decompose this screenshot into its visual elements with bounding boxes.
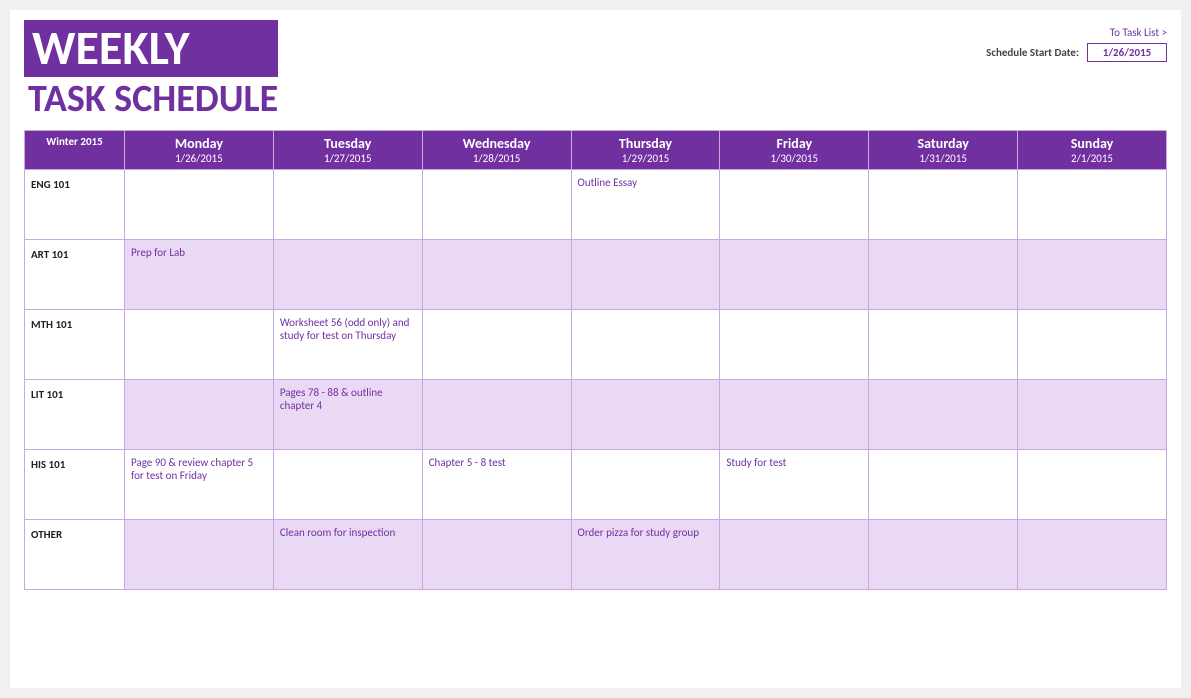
cell-r3-c2[interactable] bbox=[422, 380, 571, 450]
header-thursday: Thursday 1/29/2015 bbox=[571, 131, 720, 170]
cell-r0-c0[interactable] bbox=[125, 170, 274, 240]
cell-r2-c2[interactable] bbox=[422, 310, 571, 380]
schedule-start-row: Schedule Start Date: 1/26/2015 bbox=[986, 43, 1167, 62]
cell-r1-c0[interactable]: Prep for Lab bbox=[125, 240, 274, 310]
day-date-friday: 1/30/2015 bbox=[771, 152, 819, 165]
cell-r4-c2[interactable]: Chapter 5 - 8 test bbox=[422, 450, 571, 520]
day-date-wednesday: 1/28/2015 bbox=[473, 152, 521, 165]
schedule-table: Winter 2015 Monday 1/26/2015 Tuesday 1/2… bbox=[24, 130, 1167, 590]
day-name-wednesday: Wednesday bbox=[429, 135, 565, 152]
cell-r3-c6[interactable] bbox=[1018, 380, 1167, 450]
cell-r0-c6[interactable] bbox=[1018, 170, 1167, 240]
title-weekly: WEEKLY bbox=[24, 20, 278, 77]
cell-r3-c1[interactable]: Pages 78 - 88 & outline chapter 4 bbox=[273, 380, 422, 450]
cell-r1-c6[interactable] bbox=[1018, 240, 1167, 310]
season-label: Winter 2015 bbox=[46, 135, 102, 148]
table-row: ENG 101 Outline Essay bbox=[25, 170, 1167, 240]
day-name-friday: Friday bbox=[726, 135, 862, 152]
cell-r1-c3[interactable] bbox=[571, 240, 720, 310]
cell-r5-c6[interactable] bbox=[1018, 520, 1167, 590]
cell-r3-c3[interactable] bbox=[571, 380, 720, 450]
top-right: To Task List > Schedule Start Date: 1/26… bbox=[986, 20, 1167, 62]
day-date-saturday: 1/31/2015 bbox=[919, 152, 967, 165]
cell-r5-c2[interactable] bbox=[422, 520, 571, 590]
cell-r5-c5[interactable] bbox=[869, 520, 1018, 590]
cell-r4-c0[interactable]: Page 90 & review chapter 5 for test on F… bbox=[125, 450, 274, 520]
cell-r5-c0[interactable] bbox=[125, 520, 274, 590]
day-name-thursday: Thursday bbox=[578, 135, 714, 152]
day-name-tuesday: Tuesday bbox=[280, 135, 416, 152]
to-task-list-link[interactable]: To Task List > bbox=[1110, 26, 1167, 39]
cell-r2-c4[interactable] bbox=[720, 310, 869, 380]
row-label-his-101: HIS 101 bbox=[25, 450, 125, 520]
cell-r2-c5[interactable] bbox=[869, 310, 1018, 380]
title-task: TASK SCHEDULE bbox=[24, 77, 278, 123]
day-name-sunday: Sunday bbox=[1024, 135, 1160, 152]
cell-r3-c4[interactable] bbox=[720, 380, 869, 450]
cell-r1-c1[interactable] bbox=[273, 240, 422, 310]
cell-r2-c0[interactable] bbox=[125, 310, 274, 380]
cell-r1-c4[interactable] bbox=[720, 240, 869, 310]
title-block: WEEKLY TASK SCHEDULE bbox=[24, 20, 278, 122]
header-wednesday: Wednesday 1/28/2015 bbox=[422, 131, 571, 170]
table-row: HIS 101Page 90 & review chapter 5 for te… bbox=[25, 450, 1167, 520]
page: WEEKLY TASK SCHEDULE To Task List > Sche… bbox=[10, 10, 1181, 688]
row-label-lit-101: LIT 101 bbox=[25, 380, 125, 450]
header-sunday: Sunday 2/1/2015 bbox=[1018, 131, 1167, 170]
cell-r5-c4[interactable] bbox=[720, 520, 869, 590]
day-date-tuesday: 1/27/2015 bbox=[324, 152, 372, 165]
cell-r3-c5[interactable] bbox=[869, 380, 1018, 450]
cell-r0-c4[interactable] bbox=[720, 170, 869, 240]
cell-r4-c5[interactable] bbox=[869, 450, 1018, 520]
header-friday: Friday 1/30/2015 bbox=[720, 131, 869, 170]
day-date-thursday: 1/29/2015 bbox=[622, 152, 670, 165]
cell-r0-c5[interactable] bbox=[869, 170, 1018, 240]
cell-r5-c3[interactable]: Order pizza for study group bbox=[571, 520, 720, 590]
cell-r4-c4[interactable]: Study for test bbox=[720, 450, 869, 520]
table-row: LIT 101 Pages 78 - 88 & outline chapter 4 bbox=[25, 380, 1167, 450]
cell-r0-c2[interactable] bbox=[422, 170, 571, 240]
row-label-other: OTHER bbox=[25, 520, 125, 590]
cell-r5-c1[interactable]: Clean room for inspection bbox=[273, 520, 422, 590]
header-area: WEEKLY TASK SCHEDULE To Task List > Sche… bbox=[24, 20, 1167, 122]
header-season-cell: Winter 2015 bbox=[25, 131, 125, 170]
cell-r4-c6[interactable] bbox=[1018, 450, 1167, 520]
day-date-monday: 1/26/2015 bbox=[175, 152, 223, 165]
cell-r0-c1[interactable] bbox=[273, 170, 422, 240]
cell-r4-c3[interactable] bbox=[571, 450, 720, 520]
table-row: ART 101Prep for Lab bbox=[25, 240, 1167, 310]
header-tuesday: Tuesday 1/27/2015 bbox=[273, 131, 422, 170]
cell-r4-c1[interactable] bbox=[273, 450, 422, 520]
schedule-start-label: Schedule Start Date: bbox=[986, 46, 1079, 59]
schedule-start-value[interactable]: 1/26/2015 bbox=[1087, 43, 1167, 62]
cell-r2-c6[interactable] bbox=[1018, 310, 1167, 380]
header-saturday: Saturday 1/31/2015 bbox=[869, 131, 1018, 170]
day-name-monday: Monday bbox=[131, 135, 267, 152]
cell-r2-c1[interactable]: Worksheet 56 (odd only) and study for te… bbox=[273, 310, 422, 380]
row-label-eng-101: ENG 101 bbox=[25, 170, 125, 240]
cell-r3-c0[interactable] bbox=[125, 380, 274, 450]
table-row: MTH 101 Worksheet 56 (odd only) and study… bbox=[25, 310, 1167, 380]
day-date-sunday: 2/1/2015 bbox=[1071, 152, 1113, 165]
cell-r0-c3[interactable]: Outline Essay bbox=[571, 170, 720, 240]
cell-r1-c5[interactable] bbox=[869, 240, 1018, 310]
table-row: OTHER Clean room for inspection Order pizz… bbox=[25, 520, 1167, 590]
cell-r2-c3[interactable] bbox=[571, 310, 720, 380]
cell-r1-c2[interactable] bbox=[422, 240, 571, 310]
row-label-mth-101: MTH 101 bbox=[25, 310, 125, 380]
day-name-saturday: Saturday bbox=[875, 135, 1011, 152]
header-row: Winter 2015 Monday 1/26/2015 Tuesday 1/2… bbox=[25, 131, 1167, 170]
row-label-art-101: ART 101 bbox=[25, 240, 125, 310]
header-monday: Monday 1/26/2015 bbox=[125, 131, 274, 170]
